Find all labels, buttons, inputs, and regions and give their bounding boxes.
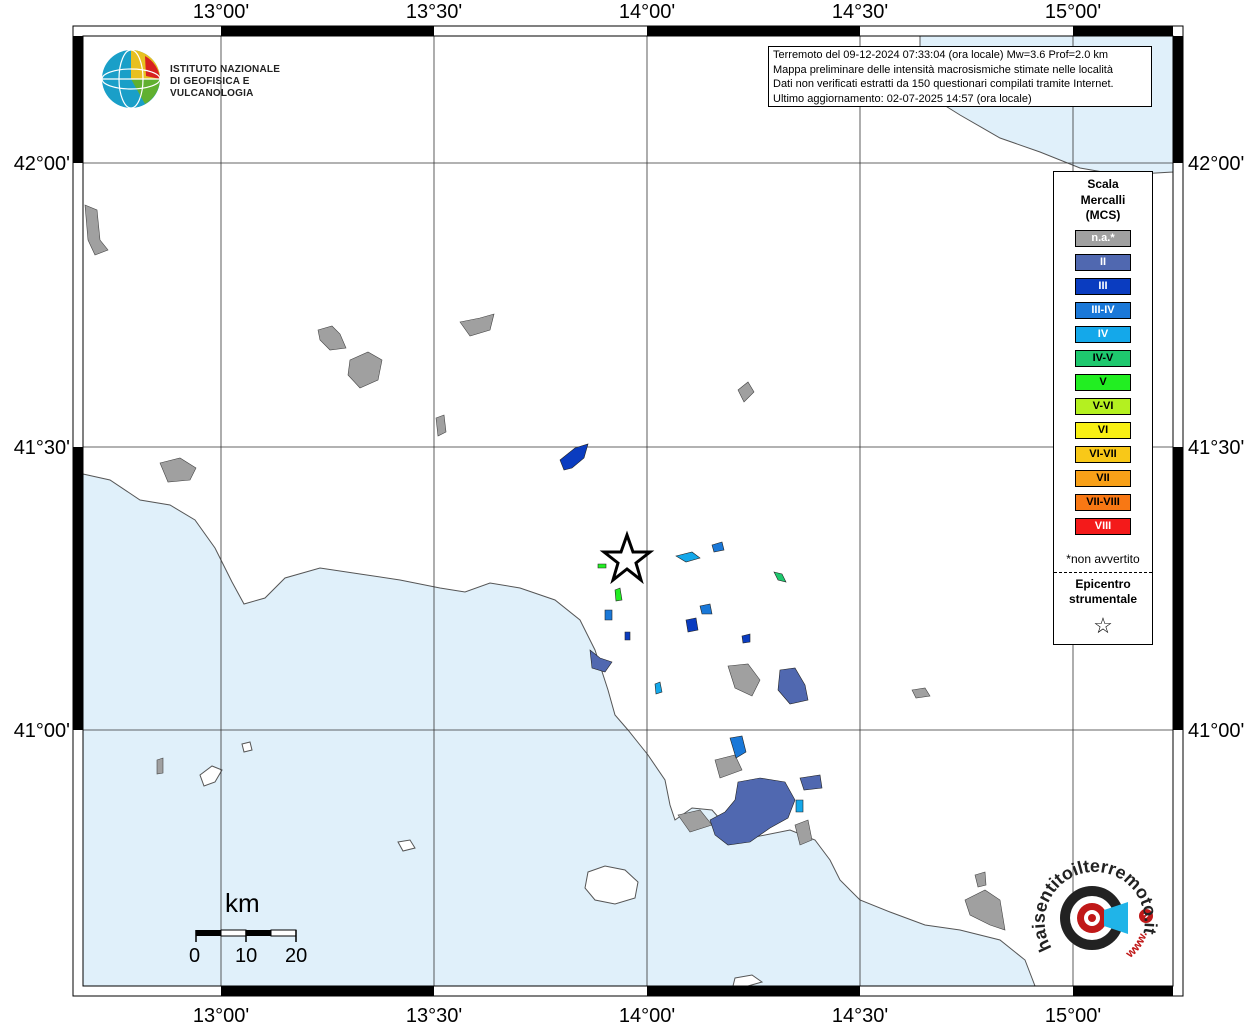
lon-label-top: 14°30' — [832, 1, 888, 23]
legend-item: III — [1054, 277, 1152, 302]
legend-item: IV-V — [1054, 349, 1152, 374]
legend-item: III-IV — [1054, 301, 1152, 326]
lon-label-bottom: 15°00' — [1045, 1005, 1101, 1024]
lat-label-left: 42°00' — [14, 153, 70, 175]
scale-bar: km 0 10 20 — [185, 888, 315, 978]
legend-swatch: n.a.* — [1075, 229, 1131, 247]
lon-label-top: 13°30' — [406, 1, 462, 23]
area-iv — [795, 799, 804, 813]
info-line-4: Ultimo aggiornamento: 02-07-2025 14:57 (… — [773, 92, 1032, 105]
legend-item: II — [1054, 253, 1152, 278]
area-iii-iv — [699, 603, 713, 615]
area-iii-iv — [604, 609, 613, 621]
scale-unit: km — [225, 888, 260, 918]
legend-item: VIII — [1054, 517, 1152, 542]
area-iii — [624, 631, 631, 641]
hsit-logo-graphic: ? haisentitoilterremoto.it www. — [1028, 856, 1160, 961]
svg-text:www.: www. — [1122, 930, 1150, 961]
island-small — [241, 741, 253, 753]
area-iii — [685, 617, 699, 633]
legend-swatch: V — [1075, 373, 1131, 391]
legend-swatch: IV — [1075, 325, 1131, 343]
mcs-legend: Scala Mercalli (MCS) n.a.* II III III-IV IV I… — [1053, 171, 1153, 645]
info-line-1: Terremoto del 09-12-2024 07:33:04 (ora l… — [773, 49, 1109, 61]
lon-label-top: 13°00' — [193, 1, 249, 23]
legend-item: V-VI — [1054, 397, 1152, 422]
scale-tick-0: 0 — [189, 945, 201, 967]
legend-swatch: VII — [1075, 469, 1131, 487]
legend-item: VI-VII — [1054, 445, 1152, 470]
legend-item: VII — [1054, 469, 1152, 494]
globe-icon — [101, 49, 161, 109]
legend-swatch: VII-VIII — [1075, 493, 1131, 511]
legend-item: n.a.* — [1054, 229, 1152, 254]
legend-title-line2: Mercalli — [1080, 192, 1126, 207]
legend-classes: n.a.* II III III-IV IV IV-V V V-VI VI VI-VII VII VI… — [1054, 229, 1152, 542]
scale-tick-20: 20 — [285, 945, 308, 967]
legend-title-line1: Scala — [1087, 177, 1119, 191]
lat-label-right: 41°30' — [1188, 437, 1244, 459]
legend-item: IV — [1054, 325, 1152, 350]
legend-swatch: V-VI — [1075, 397, 1131, 415]
lat-label-right: 42°00' — [1188, 153, 1244, 175]
legend-swatch: VIII — [1075, 517, 1131, 535]
lon-label-bottom: 13°00' — [193, 1005, 249, 1024]
lon-label-bottom: 13°30' — [406, 1005, 462, 1024]
lon-label-bottom: 14°00' — [619, 1005, 675, 1024]
legend-item: VI — [1054, 421, 1152, 446]
earthquake-info-box: Terremoto del 09-12-2024 07:33:04 (ora l… — [768, 46, 1152, 107]
legend-swatch: VI-VII — [1075, 445, 1131, 463]
lat-label-left: 41°30' — [14, 437, 70, 459]
hsit-logo: ? haisentitoilterremoto.it www. — [1028, 856, 1160, 978]
legend-swatch: III — [1075, 277, 1131, 295]
lon-label-top: 15°00' — [1045, 1, 1101, 23]
legend-epicenter-line2: strumentale — [1068, 592, 1138, 606]
info-line-2: Mappa preliminare delle intensità macros… — [773, 63, 1113, 76]
lon-label-top: 14°00' — [619, 1, 675, 23]
lon-label-bottom: 14°30' — [832, 1005, 888, 1024]
logo-line2: DI GEOFISICA E VULCANOLOGIA — [170, 76, 254, 99]
legend-divider — [1054, 571, 1152, 573]
legend-item: V — [1054, 373, 1152, 398]
legend-swatch: II — [1075, 253, 1131, 271]
legend-title-line3: (MCS) — [1085, 208, 1121, 222]
legend-note: *non avvertito — [1066, 551, 1140, 566]
area-na — [435, 414, 447, 437]
info-line-3: Dati non verificati estratti da 150 ques… — [773, 78, 1114, 91]
legend-epicenter-line1: Epicentro — [1075, 576, 1131, 591]
legend-star-icon: ☆ — [1093, 612, 1113, 638]
legend-item: VII-VIII — [1054, 493, 1152, 518]
hsit-www-text: www. — [1122, 930, 1150, 961]
area-ii — [799, 774, 823, 791]
area-na — [156, 757, 164, 775]
logo-line1: ISTITUTO NAZIONALE — [170, 64, 281, 75]
ingv-logo: ISTITUTO NAZIONALE DI GEOFISICA E VULCAN… — [100, 46, 320, 110]
legend-swatch: IV-V — [1075, 349, 1131, 367]
lat-label-right: 41°00' — [1188, 720, 1244, 742]
legend-swatch: III-IV — [1075, 301, 1131, 319]
scale-tick-10: 10 — [235, 945, 258, 967]
lat-label-left: 41°00' — [14, 720, 70, 742]
area-v — [597, 563, 607, 569]
legend-swatch: VI — [1075, 421, 1131, 439]
